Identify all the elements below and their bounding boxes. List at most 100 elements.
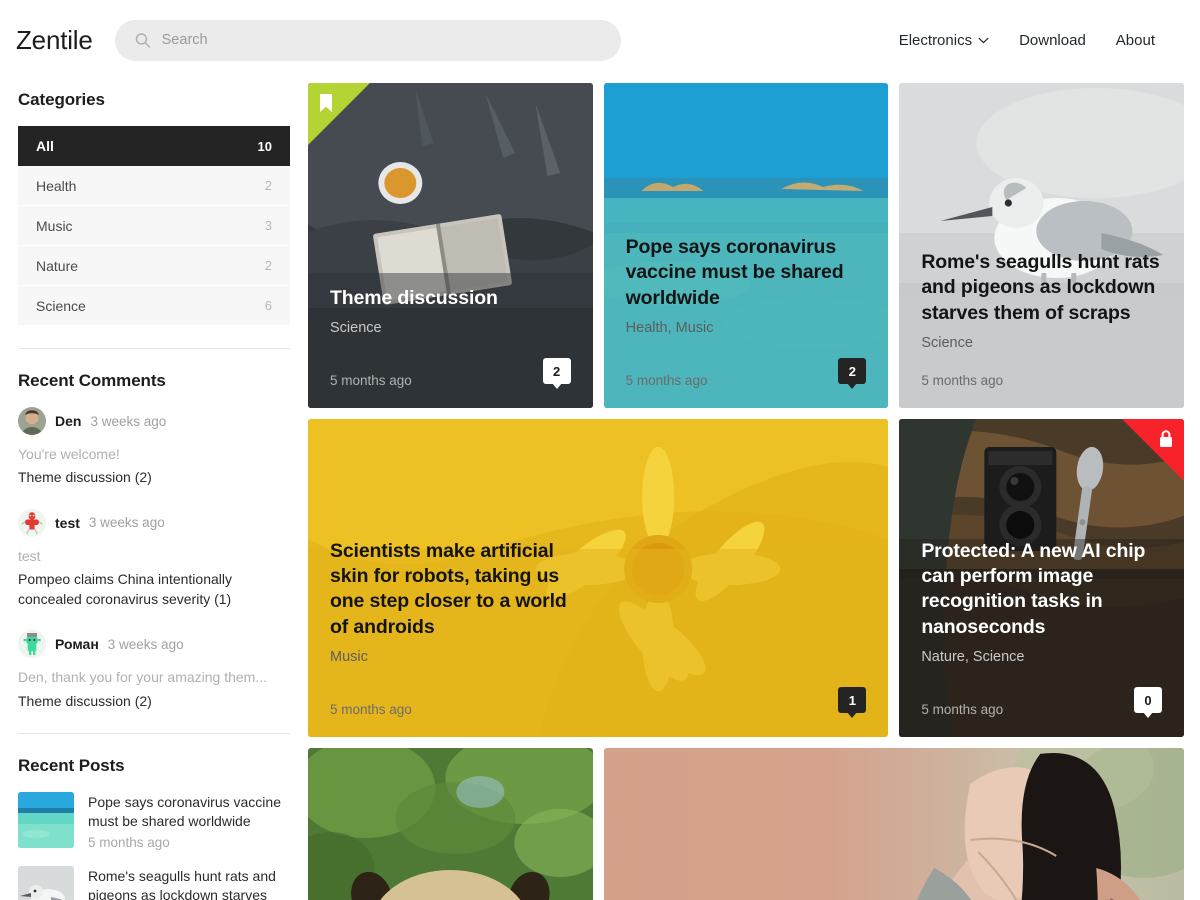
post-card[interactable] xyxy=(308,748,593,900)
comment-time: 3 weeks ago xyxy=(107,636,184,652)
card-categories[interactable]: Science xyxy=(330,320,571,336)
sidebar-item-nature[interactable]: Nature 2 xyxy=(18,246,290,286)
avatar xyxy=(18,508,46,537)
comment-excerpt: Den, thank you for your amazing them... xyxy=(18,669,268,686)
avatar xyxy=(18,407,46,435)
category-label-health: Health xyxy=(36,177,77,194)
comment-item: Den 3 weeks ago You're welcome! Theme di… xyxy=(18,407,290,488)
nav-item-electronics[interactable]: Electronics xyxy=(899,32,989,49)
card-body: Theme discussion Science 5 months ago 2 xyxy=(308,286,593,408)
lock-icon xyxy=(1159,430,1172,447)
card-body: Pope says coronavirus vaccine must be sh… xyxy=(604,235,889,408)
card-time: 5 months ago xyxy=(330,702,412,717)
comment-count-badge[interactable]: 2 xyxy=(542,358,571,384)
sidebar-item-music[interactable]: Music 3 xyxy=(18,206,290,246)
list-item[interactable]: Pope says coronavirus vaccine must be sh… xyxy=(18,792,290,850)
card-title[interactable]: Pope says coronavirus vaccine must be sh… xyxy=(626,235,867,311)
card-image-woman-tattoo xyxy=(603,748,1184,900)
category-count-all: 10 xyxy=(257,138,272,154)
card-title[interactable]: Scientists make artificial skin for robo… xyxy=(330,539,590,640)
search-input[interactable] xyxy=(114,19,621,61)
comment-header: test 3 weeks ago xyxy=(18,508,290,537)
post-title[interactable]: Rome's seagulls hunt rats and pigeons as… xyxy=(88,867,290,900)
seagull-thumb-icon xyxy=(18,865,74,900)
comment-count-badge[interactable]: 0 xyxy=(1133,687,1162,713)
post-thumbnail xyxy=(18,865,74,900)
search-container xyxy=(114,19,621,61)
card-title[interactable]: Protected: A new AI chip can perform ima… xyxy=(921,539,1162,640)
nav-label-electronics: Electronics xyxy=(898,31,973,49)
card-footer: 5 months ago xyxy=(921,373,1162,388)
comment-count-badge[interactable]: 1 xyxy=(838,687,867,713)
sidebar-divider-2 xyxy=(18,733,290,735)
categories-list: All 10 Health 2 Music 3 Nature 2 Science… xyxy=(18,126,290,326)
sidebar-item-health[interactable]: Health 2 xyxy=(18,166,290,206)
post-card[interactable]: Protected: A new AI chip can perform ima… xyxy=(899,419,1184,737)
comment-post-link[interactable]: Theme discussion (2) xyxy=(18,691,290,711)
card-image-bear xyxy=(308,748,593,900)
categories-heading: Categories xyxy=(18,90,105,109)
bookmark-ribbon[interactable] xyxy=(308,83,370,145)
comment-author[interactable]: Den xyxy=(55,413,81,429)
comment-item: Роман 3 weeks ago Den, thank you for you… xyxy=(18,630,290,711)
main-nav: Electronics Download About xyxy=(899,32,1155,49)
card-title[interactable]: Theme discussion xyxy=(330,286,571,311)
comment-item: test 3 weeks ago test Pompeo claims Chin… xyxy=(18,508,290,610)
post-card[interactable]: Theme discussion Science 5 months ago 2 xyxy=(308,83,593,408)
sidebar-divider-1 xyxy=(18,348,290,349)
card-time: 5 months ago xyxy=(625,373,708,388)
card-categories[interactable]: Music xyxy=(330,649,866,665)
post-card[interactable]: Scientists make artificial skin for robo… xyxy=(308,419,889,737)
post-thumbnail xyxy=(18,792,74,849)
post-card[interactable] xyxy=(603,748,1184,900)
protected-ribbon[interactable] xyxy=(1121,419,1184,481)
sidebar-item-science[interactable]: Science 6 xyxy=(18,286,290,326)
woman-tattoo-flowers-pink-image xyxy=(603,748,1184,900)
chevron-down-icon xyxy=(978,37,989,43)
category-label-nature: Nature xyxy=(36,257,79,274)
recent-comments-heading: Recent Comments xyxy=(18,371,166,390)
nav-label-download: Download xyxy=(1019,31,1086,49)
recent-posts-heading: Recent Posts xyxy=(18,756,125,776)
sidebar-item-all[interactable]: All 10 xyxy=(18,126,290,166)
site-logo[interactable]: Zentile xyxy=(16,25,93,56)
card-categories[interactable]: Health, Music xyxy=(626,320,867,336)
comment-header: Роман 3 weeks ago xyxy=(18,630,290,659)
card-footer: 5 months ago 2 xyxy=(626,358,867,388)
sidebar: Categories All 10 Health 2 Music 3 Natur… xyxy=(0,80,308,900)
post-card[interactable]: Pope says coronavirus vaccine must be sh… xyxy=(603,83,889,408)
card-time: 5 months ago xyxy=(330,373,412,388)
card-time: 5 months ago xyxy=(921,702,1004,717)
site-header: Zentile Electronics Download About xyxy=(0,0,1200,80)
category-count-music: 3 xyxy=(264,218,272,233)
comment-author[interactable]: Роман xyxy=(55,636,99,652)
post-grid: Theme discussion Science 5 months ago 2 xyxy=(308,80,1200,900)
red-monster-identicon-icon xyxy=(18,508,46,537)
post-card[interactable]: Rome's seagulls hunt rats and pigeons as… xyxy=(899,83,1184,408)
nav-item-about[interactable]: About xyxy=(1116,32,1155,49)
photo-avatar-icon xyxy=(18,407,46,435)
card-body: Rome's seagulls hunt rats and pigeons as… xyxy=(899,250,1184,408)
card-footer: 5 months ago 2 xyxy=(330,358,571,388)
grid-container: Theme discussion Science 5 months ago 2 xyxy=(308,80,1184,900)
bear-forest-green-image xyxy=(308,748,593,900)
card-title[interactable]: Rome's seagulls hunt rats and pigeons as… xyxy=(921,250,1162,326)
card-footer: 5 months ago 1 xyxy=(330,687,867,717)
post-title[interactable]: Pope says coronavirus vaccine must be sh… xyxy=(88,793,290,832)
card-categories[interactable]: Nature, Science xyxy=(921,649,1162,665)
comment-author[interactable]: test xyxy=(55,515,80,531)
ocean-island-thumb-icon xyxy=(18,792,74,849)
comment-header: Den 3 weeks ago xyxy=(18,407,290,435)
nav-item-download[interactable]: Download xyxy=(1019,32,1086,49)
card-categories[interactable]: Science xyxy=(921,335,1162,351)
nav-label-about: About xyxy=(1115,31,1155,49)
list-item[interactable]: Rome's seagulls hunt rats and pigeons as… xyxy=(18,865,290,900)
comment-count-badge[interactable]: 2 xyxy=(838,358,867,384)
comment-time: 3 weeks ago xyxy=(90,413,167,429)
comment-excerpt: You're welcome! xyxy=(18,446,120,462)
comment-post-link[interactable]: Pompeo claims China intentionally concea… xyxy=(18,569,290,610)
comment-post-link[interactable]: Theme discussion (2) xyxy=(18,467,290,487)
green-monster-identicon-icon xyxy=(18,630,46,659)
card-body: Protected: A new AI chip can perform ima… xyxy=(899,539,1184,737)
card-footer: 5 months ago 0 xyxy=(921,687,1162,717)
